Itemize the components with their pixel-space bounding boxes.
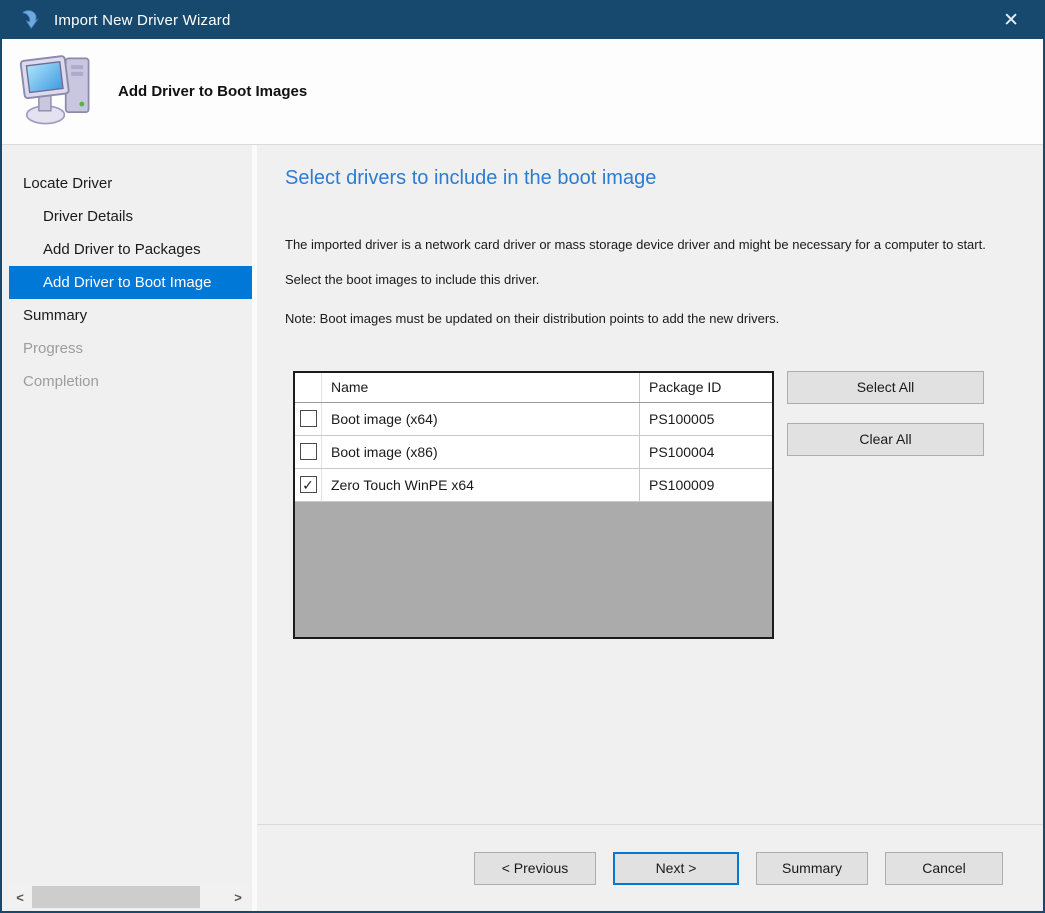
package-id: PS100009	[639, 469, 772, 501]
instruction-text: Select the boot images to include this d…	[285, 271, 1010, 290]
wizard-header: Add Driver to Boot Images	[2, 39, 1043, 145]
checkbox-cell	[295, 403, 322, 435]
clear-all-button[interactable]: Clear All	[787, 423, 984, 456]
window-title: Import New Driver Wizard	[54, 12, 231, 29]
checkbox-checked-icon[interactable]: ✓	[300, 476, 317, 493]
computer-icon	[16, 49, 102, 135]
wizard-footer: < Previous Next > Summary Cancel	[257, 824, 1043, 911]
next--button[interactable]: Next >	[613, 852, 739, 885]
wizard-steps: Locate DriverDriver DetailsAdd Driver to…	[2, 167, 252, 398]
checkbox-cell	[295, 436, 322, 468]
boot-image-name: Zero Touch WinPE x64	[322, 469, 639, 501]
table-row[interactable]: Boot image (x86)PS100004	[295, 436, 772, 469]
boot-image-name: Boot image (x64)	[322, 403, 639, 435]
sidebar-item-add-driver-to-packages: Add Driver to Packages	[9, 233, 252, 266]
boot-image-name: Boot image (x86)	[322, 436, 639, 468]
note-text: Note: Boot images must be updated on the…	[285, 310, 1010, 329]
table-row[interactable]: ✓ Zero Touch WinPE x64PS100009	[295, 469, 772, 502]
selection-buttons: Select All Clear All	[787, 371, 984, 639]
table-header-row: Name Package ID	[295, 373, 772, 403]
sidebar-item-locate-driver: Locate Driver	[9, 167, 252, 200]
package-id: PS100005	[639, 403, 772, 435]
-previous-button[interactable]: < Previous	[474, 852, 596, 885]
scroll-left-icon[interactable]: <	[8, 886, 32, 908]
import-arrow-icon	[15, 8, 41, 34]
sidebar-item-progress: Progress	[9, 332, 252, 365]
description-text: The imported driver is a network card dr…	[285, 236, 1010, 255]
main-column: Select drivers to include in the boot im…	[257, 145, 1043, 911]
table-row[interactable]: Boot image (x64)PS100005	[295, 403, 772, 436]
checkbox-column-header	[295, 373, 322, 402]
sidebar-item-summary: Summary	[9, 299, 252, 332]
select-all-button[interactable]: Select All	[787, 371, 984, 404]
scrollbar-thumb[interactable]	[32, 886, 200, 908]
sidebar-item-completion: Completion	[9, 365, 252, 398]
checkbox-cell: ✓	[295, 469, 322, 501]
name-column-header: Name	[322, 373, 639, 402]
title-bar: Import New Driver Wizard ✕	[2, 2, 1043, 39]
horizontal-scrollbar[interactable]: < >	[8, 886, 250, 908]
cancel-button[interactable]: Cancel	[885, 852, 1003, 885]
page-heading: Select drivers to include in the boot im…	[285, 167, 1023, 190]
sidebar-item-driver-details: Driver Details	[9, 200, 252, 233]
package-id: PS100004	[639, 436, 772, 468]
checkbox-unchecked-icon[interactable]	[300, 443, 317, 460]
boot-image-table: Name Package ID Boot image (x64)PS100005…	[293, 371, 774, 639]
boot-image-table-area: Name Package ID Boot image (x64)PS100005…	[293, 371, 1023, 639]
package-id-column-header: Package ID	[639, 373, 772, 402]
wizard-window: Import New Driver Wizard ✕ Add Driver to…	[0, 0, 1045, 913]
wizard-steps-sidebar: Locate DriverDriver DetailsAdd Driver to…	[2, 145, 257, 911]
table-rows: Boot image (x64)PS100005Boot image (x86)…	[295, 403, 772, 502]
scrollbar-track[interactable]	[32, 886, 226, 908]
page-content: Select drivers to include in the boot im…	[257, 145, 1043, 824]
scroll-right-icon[interactable]: >	[226, 886, 250, 908]
wizard-page-title: Add Driver to Boot Images	[118, 83, 307, 100]
wizard-body: Locate DriverDriver DetailsAdd Driver to…	[2, 145, 1043, 911]
summary-button[interactable]: Summary	[756, 852, 868, 885]
checkbox-unchecked-icon[interactable]	[300, 410, 317, 427]
sidebar-item-add-driver-to-boot-image: Add Driver to Boot Image	[9, 266, 252, 299]
close-icon[interactable]: ✕	[1003, 11, 1019, 30]
